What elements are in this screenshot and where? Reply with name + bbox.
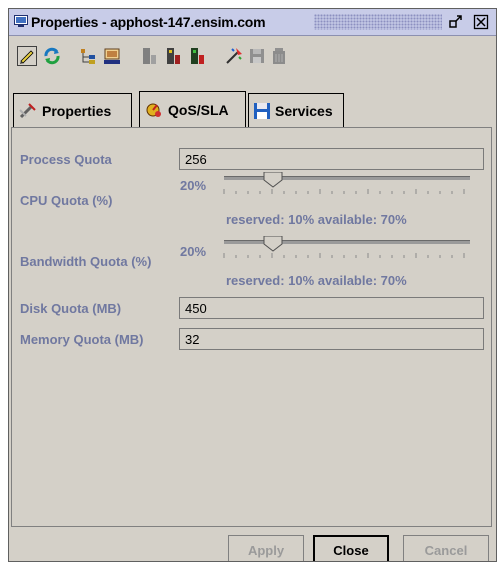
trash-icon[interactable] <box>269 46 289 66</box>
bandwidth-quota-label: Bandwidth Quota (%) <box>20 254 152 269</box>
tab-qos-sla-label: QoS/SLA <box>168 101 229 118</box>
server-green-icon[interactable] <box>187 46 207 66</box>
memory-quota-field[interactable]: 32 <box>179 328 484 350</box>
apply-button[interactable]: Apply <box>228 535 304 561</box>
tab-services-label: Services <box>275 102 333 119</box>
tab-strip: Properties QoS/SLA Services <box>9 91 496 127</box>
bandwidth-quota-reserved: reserved: 10% available: 70% <box>226 273 407 288</box>
memory-quota-label: Memory Quota (MB) <box>20 332 144 347</box>
disk-quota-label: Disk Quota (MB) <box>20 301 122 316</box>
server-colored-icon[interactable] <box>163 46 183 66</box>
title-bar[interactable]: Properties - apphost-147.ensim.com <box>9 9 496 36</box>
cancel-button[interactable]: Cancel <box>403 535 489 561</box>
bandwidth-quota-percent: 20% <box>180 244 207 259</box>
cpu-quota-percent: 20% <box>180 178 207 193</box>
tree-icon[interactable] <box>78 46 98 66</box>
process-quota-label: Process Quota <box>20 152 112 167</box>
title-bar-grip <box>314 14 442 30</box>
close-icon[interactable] <box>472 13 490 31</box>
server-icon[interactable] <box>139 46 159 66</box>
refresh-icon[interactable] <box>42 46 62 66</box>
cpu-quota-reserved: reserved: 10% available: 70% <box>226 212 407 227</box>
disk-quota-field[interactable]: 450 <box>179 297 484 319</box>
minimize-restore-icon[interactable] <box>447 13 465 31</box>
save-icon[interactable] <box>247 46 267 66</box>
window-app-icon <box>14 15 28 27</box>
qos-icon <box>146 103 161 117</box>
window-title: Properties - apphost-147.ensim.com <box>31 14 266 30</box>
close-button[interactable]: Close <box>313 535 389 561</box>
cpu-quota-slider[interactable] <box>222 172 472 196</box>
toolbar <box>9 36 496 74</box>
wizard-icon[interactable] <box>224 46 244 66</box>
process-quota-field[interactable]: 256 <box>179 148 484 170</box>
cpu-quota-label: CPU Quota (%) <box>20 193 113 208</box>
floppy-disk-icon <box>254 102 270 119</box>
tab-services[interactable]: Services <box>248 93 344 127</box>
properties-icon <box>19 102 36 118</box>
monitor-icon[interactable] <box>102 46 122 66</box>
pencil-icon[interactable] <box>17 46 37 66</box>
tab-qos-sla[interactable]: QoS/SLA <box>139 91 246 127</box>
bandwidth-quota-slider[interactable] <box>222 236 472 260</box>
properties-window: Properties - apphost-147.ensim.com Prope… <box>8 8 497 562</box>
dialog-buttons: Apply Close Cancel <box>9 527 496 561</box>
qos-sla-panel: Process Quota 256 CPU Quota (%) 20% rese… <box>11 127 492 527</box>
tab-properties[interactable]: Properties <box>13 93 132 127</box>
tab-properties-label: Properties <box>42 102 112 119</box>
